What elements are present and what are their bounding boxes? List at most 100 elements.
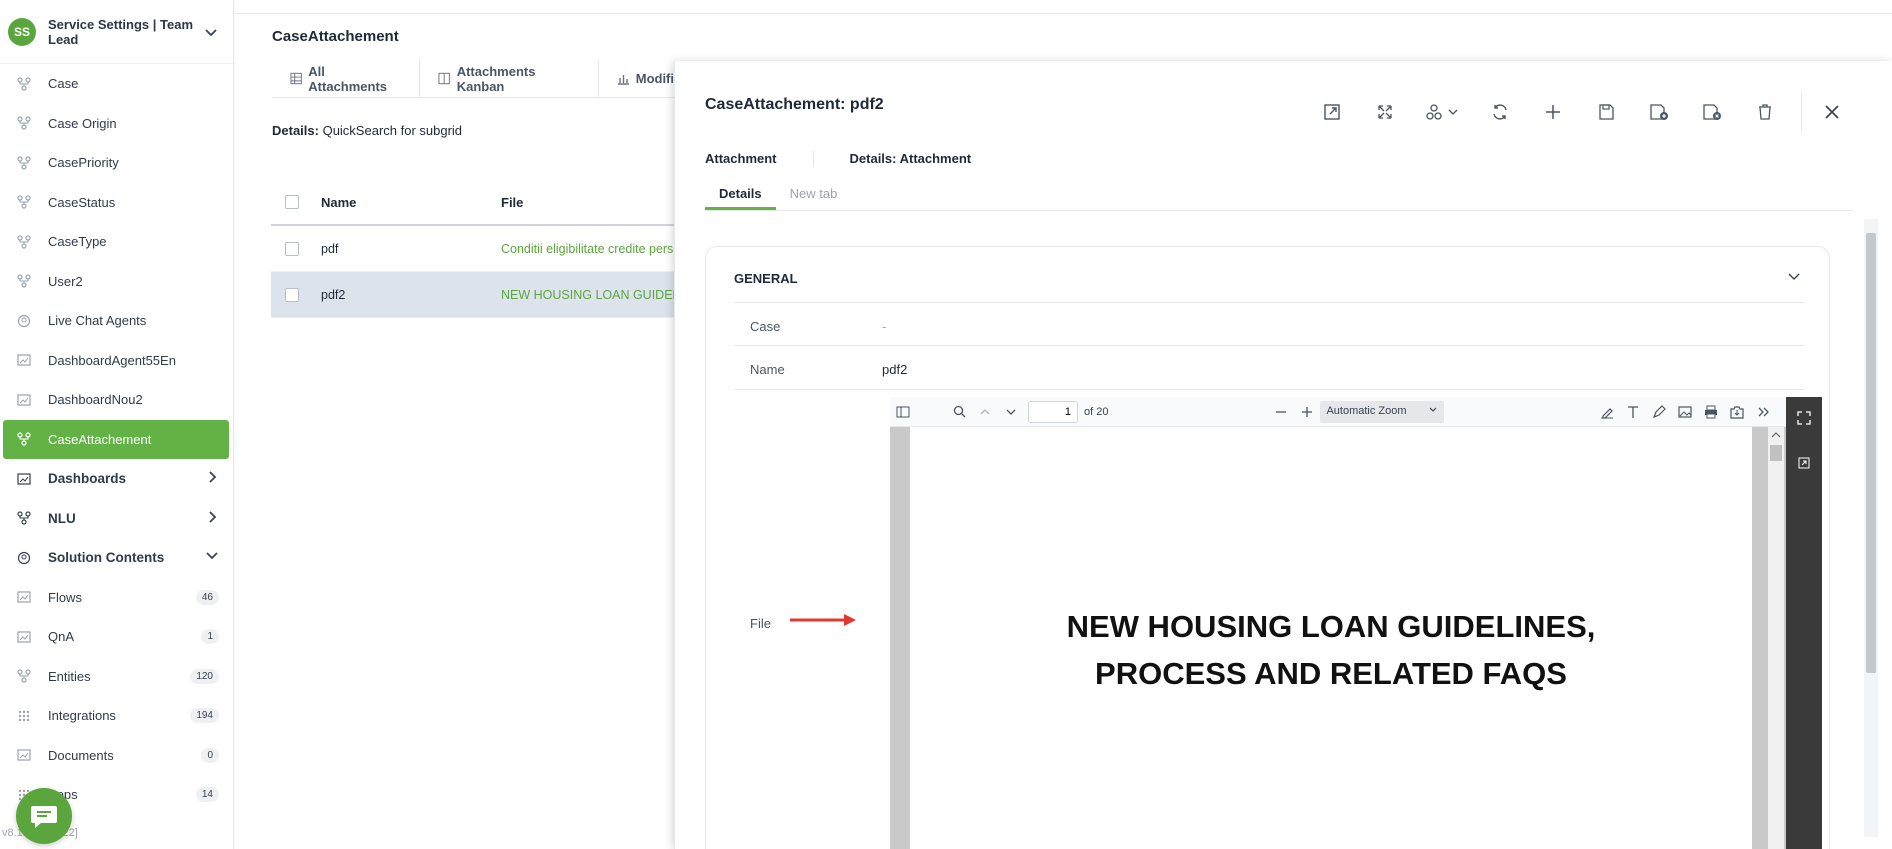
sidebar-item-dashboards[interactable]: Dashboards xyxy=(0,459,233,499)
open-in-new-button[interactable] xyxy=(1305,97,1358,127)
dashboard-icon xyxy=(16,589,32,605)
close-panel-button[interactable] xyxy=(1812,97,1852,127)
open-external-icon[interactable] xyxy=(1798,457,1810,469)
row-checkbox[interactable] xyxy=(285,287,299,302)
page-number-input[interactable] xyxy=(1028,400,1078,423)
entity-icon xyxy=(16,234,32,250)
image-icon xyxy=(1678,405,1693,418)
general-section: GENERAL Case - Name pdf2 File of 20 xyxy=(705,246,1830,849)
dashboard-icon xyxy=(16,392,32,408)
panel-scrollbar[interactable] xyxy=(1864,219,1878,837)
save-and-close-button[interactable] xyxy=(1685,97,1738,127)
sidebar-item-entities[interactable]: Entities 120 xyxy=(0,657,233,697)
fullscreen-icon[interactable] xyxy=(1797,411,1811,425)
delete-button[interactable] xyxy=(1738,97,1791,127)
chevron-down-icon[interactable] xyxy=(1787,269,1801,283)
sidebar-item-integrations[interactable]: Integrations 194 xyxy=(0,696,233,736)
select-all-checkbox[interactable] xyxy=(285,195,299,209)
row-checkbox[interactable] xyxy=(285,241,299,256)
grid-header: Name File xyxy=(271,180,691,226)
sidebar-item-qna[interactable]: QnA 1 xyxy=(0,617,233,657)
sidebar-item-casestatus[interactable]: CaseStatus xyxy=(0,183,233,223)
sidebar-item-live-chat-agents[interactable]: Live Chat Agents xyxy=(0,301,233,341)
sidebar-item-label: DashboardNou2 xyxy=(48,392,143,408)
zoom-select[interactable]: Automatic Zoom xyxy=(1320,400,1445,423)
table-row[interactable]: pdf Conditii eligibilitate credite perso xyxy=(271,226,691,272)
save-icon xyxy=(1598,104,1614,120)
table-icon xyxy=(290,72,302,85)
text-button[interactable] xyxy=(1620,400,1646,424)
more-tools-button[interactable] xyxy=(1750,400,1776,424)
column-header-name[interactable]: Name xyxy=(321,195,501,210)
entity-icon xyxy=(16,76,32,92)
sidebar-item-caseattachement[interactable]: CaseAttachement xyxy=(3,419,229,459)
chat-icon xyxy=(31,806,57,828)
find-button[interactable] xyxy=(946,400,972,424)
field-value-case[interactable]: - xyxy=(882,319,886,334)
sidebar-item-casetype[interactable]: CaseType xyxy=(0,222,233,262)
sidebar-item-casepriority[interactable]: CasePriority xyxy=(0,143,233,183)
view-attachments-kanban[interactable]: Attachments Kanban xyxy=(420,60,599,97)
expand-button[interactable] xyxy=(1358,97,1411,127)
field-label-case: Case xyxy=(750,319,781,334)
tab-new-tab[interactable]: New tab xyxy=(776,183,852,210)
sidebar-item-case[interactable]: Case xyxy=(0,64,233,104)
cell-file-link[interactable]: NEW HOUSING LOAN GUIDELIN xyxy=(501,288,691,302)
scrollbar-thumb[interactable] xyxy=(1866,233,1876,673)
entity-icon xyxy=(16,115,32,131)
sidebar-item-label: Documents xyxy=(48,747,114,763)
cell-file-link[interactable]: Conditii eligibilitate credite perso xyxy=(501,242,691,256)
column-header-file[interactable]: File xyxy=(501,195,523,210)
crumb-details-attachment[interactable]: Details: Attachment xyxy=(850,151,972,167)
sidebar-toggle-icon xyxy=(896,406,910,417)
sidebar-item-nlu[interactable]: NLU xyxy=(0,499,233,539)
save-button[interactable] xyxy=(1579,97,1632,127)
kanban-icon xyxy=(438,72,451,85)
sidebar-item-label: Case Origin xyxy=(48,115,117,131)
sidebar-item-dashboardnou2[interactable]: DashboardNou2 xyxy=(0,380,233,420)
chevron-right-icon xyxy=(207,510,219,527)
sidebar-item-case-origin[interactable]: Case Origin xyxy=(0,104,233,144)
entity-icon xyxy=(16,155,32,171)
page-count: of 20 xyxy=(1084,405,1109,418)
add-button[interactable] xyxy=(1526,97,1579,127)
zoom-out-button[interactable] xyxy=(1268,400,1294,424)
pdf-scrollbar[interactable] xyxy=(1768,427,1784,849)
sidebar-item-solution-contents[interactable]: Solution Contents xyxy=(0,538,233,578)
sidebar-item-label: DashboardAgent55En xyxy=(48,352,176,368)
draw-button[interactable] xyxy=(1646,400,1672,424)
relations-dropdown-button[interactable] xyxy=(1411,97,1473,127)
crumb-attachment[interactable]: Attachment xyxy=(705,151,777,167)
image-button[interactable] xyxy=(1672,400,1698,424)
highlight-button[interactable] xyxy=(1594,400,1620,424)
pdf-scroll-thumb[interactable] xyxy=(1770,445,1782,461)
pdf-page-area[interactable]: NEW HOUSING LOAN GUIDELINES, PROCESS AND… xyxy=(890,427,1786,849)
save-and-new-button[interactable] xyxy=(1632,97,1685,127)
refresh-button[interactable] xyxy=(1473,97,1526,127)
previous-page-button[interactable] xyxy=(972,400,998,424)
page-title: CaseAttachement xyxy=(272,28,399,45)
sidebar-item-flows[interactable]: Flows 46 xyxy=(0,578,233,618)
sidebar-item-documents[interactable]: Documents 0 xyxy=(0,736,233,776)
table-row[interactable]: pdf2 NEW HOUSING LOAN GUIDELIN xyxy=(271,272,691,318)
view-all-attachments[interactable]: All Attachments xyxy=(272,60,421,97)
top-divider xyxy=(235,13,1892,14)
next-page-button[interactable] xyxy=(998,400,1024,424)
sidebar-item-user2[interactable]: User2 xyxy=(0,262,233,302)
trash-icon xyxy=(1758,104,1771,120)
sidebar-toggle-button[interactable] xyxy=(890,400,916,424)
tab-details[interactable]: Details xyxy=(705,183,776,210)
agent-icon xyxy=(16,550,32,566)
sidebar-item-dashboardagent55en[interactable]: DashboardAgent55En xyxy=(0,341,233,381)
sidebar-header[interactable]: SS Service Settings | Team Lead xyxy=(0,0,233,64)
field-value-name[interactable]: pdf2 xyxy=(882,362,907,377)
cell-name: pdf2 xyxy=(321,287,346,302)
chat-button[interactable] xyxy=(16,788,72,844)
count-badge: 194 xyxy=(190,708,219,724)
zoom-in-button[interactable] xyxy=(1294,400,1320,424)
print-button[interactable] xyxy=(1698,400,1724,424)
download-button[interactable] xyxy=(1724,400,1750,424)
double-chevron-right-icon xyxy=(1759,407,1770,416)
chevron-down-icon[interactable] xyxy=(204,25,218,39)
search-icon xyxy=(953,405,965,418)
